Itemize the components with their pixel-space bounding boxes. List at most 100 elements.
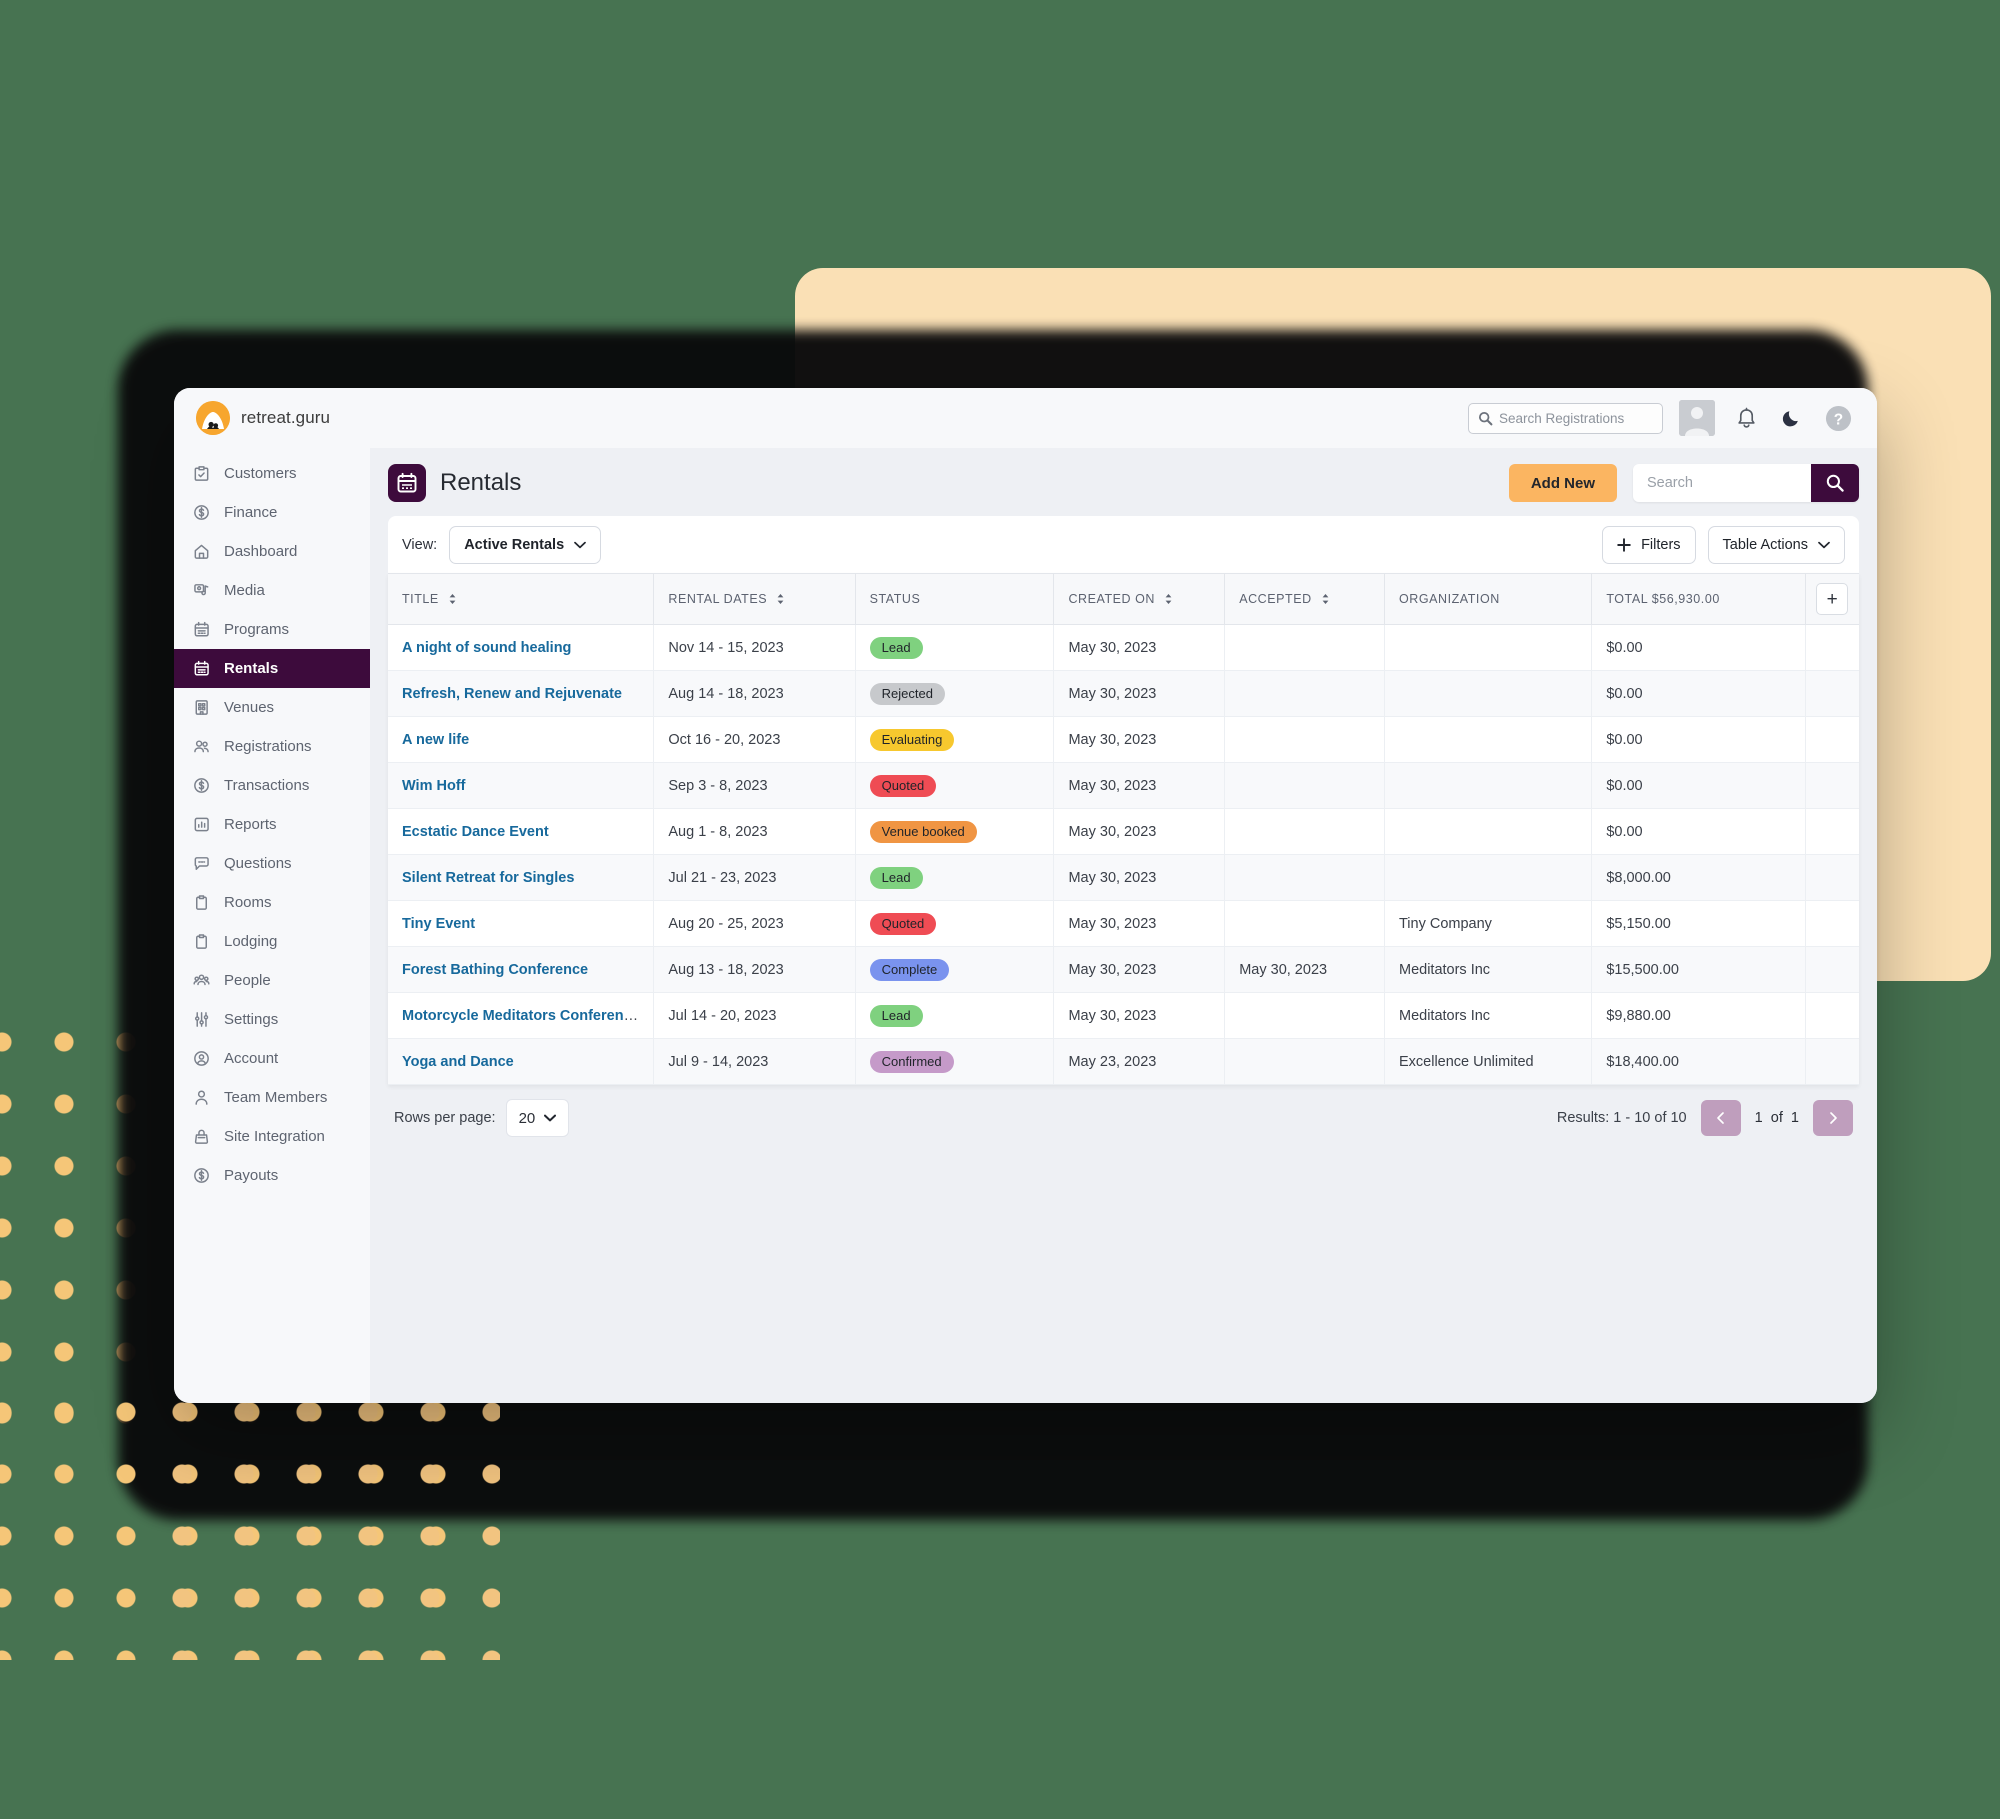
sidebar-item-payouts[interactable]: Payouts	[174, 1156, 370, 1195]
sidebar-item-registrations[interactable]: Registrations	[174, 727, 370, 766]
brand[interactable]: retreat.guru	[196, 401, 330, 435]
sidebar-item-rooms[interactable]: Rooms	[174, 883, 370, 922]
table-row: Forest Bathing Conference Aug 13 - 18, 20…	[388, 946, 1859, 993]
chevron-down-icon	[574, 541, 586, 548]
rental-title-link[interactable]: Yoga and Dance	[402, 1054, 514, 1070]
home-icon	[192, 542, 211, 561]
cell-spacer	[1805, 946, 1859, 993]
plus-icon	[1617, 537, 1631, 552]
cell-title: Forest Bathing Conference	[388, 946, 655, 993]
column-header-organization: ORGANIZATION	[1384, 573, 1593, 625]
cell-total: $0.00	[1591, 624, 1806, 671]
sidebar-item-label: Settings	[224, 1011, 279, 1028]
cell-organization: Tiny Company	[1384, 900, 1593, 947]
bell-icon[interactable]	[1731, 403, 1761, 433]
status-badge: Complete	[869, 958, 950, 981]
cell-title: A night of sound healing	[388, 624, 655, 671]
cell-title: Silent Retreat for Singles	[388, 854, 655, 901]
search-button[interactable]	[1811, 464, 1859, 502]
search-icon	[1478, 411, 1493, 425]
sidebar-item-rentals[interactable]: Rentals	[174, 649, 370, 688]
rental-title-link[interactable]: Motorcycle Meditators Conference	[402, 1008, 640, 1024]
column-header-label: CREATED ON	[1068, 592, 1155, 606]
sort-icon	[1165, 594, 1172, 604]
sidebar-item-dashboard[interactable]: Dashboard	[174, 532, 370, 571]
sidebar-item-programs[interactable]: Programs	[174, 610, 370, 649]
previous-page-button[interactable]	[1700, 1100, 1741, 1136]
calendar-icon	[192, 620, 211, 639]
building-icon	[192, 698, 211, 717]
column-header-rental-dates[interactable]: RENTAL DATES	[653, 573, 856, 625]
dot-pattern-decoration-lower-right	[170, 1400, 500, 1660]
cell-total: $15,500.00	[1591, 946, 1806, 993]
rental-title-link[interactable]: Silent Retreat for Singles	[402, 870, 574, 886]
rental-title-link[interactable]: A new life	[402, 732, 469, 748]
table-row: Silent Retreat for Singles Jul 21 - 23, 2…	[388, 854, 1859, 901]
cell-rental-dates: Jul 14 - 20, 2023	[653, 992, 856, 1039]
view-dropdown[interactable]: Active Rentals	[449, 525, 602, 564]
sidebar-item-transactions[interactable]: Transactions	[174, 766, 370, 805]
sliders-icon	[192, 1010, 211, 1029]
cell-total: $0.00	[1591, 670, 1806, 717]
table-actions-label: Table Actions	[1722, 536, 1808, 553]
sidebar-item-team-members[interactable]: Team Members	[174, 1078, 370, 1117]
sort-icon	[777, 594, 784, 604]
rental-title-link[interactable]: A night of sound healing	[402, 640, 571, 656]
sidebar-item-people[interactable]: People	[174, 961, 370, 1000]
sort-icon	[1322, 594, 1329, 604]
rental-title-link[interactable]: Ecstatic Dance Event	[402, 824, 549, 840]
rows-per-page-select[interactable]: 20	[505, 1099, 570, 1137]
column-header-label: STATUS	[869, 592, 921, 606]
rental-title-link[interactable]: Refresh, Renew and Rejuvenate	[402, 686, 622, 702]
cell-organization	[1384, 716, 1593, 763]
cell-accepted	[1224, 624, 1385, 671]
help-icon[interactable]: ?	[1823, 403, 1853, 433]
sidebar-item-media[interactable]: Media	[174, 571, 370, 610]
next-page-button[interactable]	[1813, 1100, 1853, 1136]
search-input[interactable]	[1633, 464, 1811, 502]
status-badge: Lead	[869, 866, 923, 889]
table-row: A night of sound healing Nov 14 - 15, 202…	[388, 624, 1859, 671]
sidebar-item-site-integration[interactable]: Site Integration	[174, 1117, 370, 1156]
cell-created-on: May 30, 2023	[1053, 992, 1226, 1039]
add-new-button[interactable]: Add New	[1508, 464, 1617, 502]
rental-title-link[interactable]: Tiny Event	[402, 916, 475, 932]
sidebar-item-label: Lodging	[224, 933, 278, 950]
sidebar-item-label: Account	[224, 1050, 279, 1067]
sidebar-item-finance[interactable]: Finance	[174, 493, 370, 532]
avatar[interactable]	[1679, 400, 1715, 436]
sidebar-item-label: People	[224, 972, 271, 989]
sidebar-item-lodging[interactable]: Lodging	[174, 922, 370, 961]
cell-organization: Meditators Inc	[1384, 946, 1593, 993]
column-header-accepted[interactable]: ACCEPTED	[1224, 573, 1385, 625]
cell-organization: Excellence Unlimited	[1384, 1038, 1593, 1085]
sidebar-item-customers[interactable]: Customers	[174, 454, 370, 493]
sidebar-item-settings[interactable]: Settings	[174, 1000, 370, 1039]
moon-icon[interactable]	[1777, 403, 1807, 433]
page-header-actions: Add New	[1508, 464, 1859, 502]
filters-button[interactable]: Filters	[1602, 525, 1696, 564]
sidebar-item-venues[interactable]: Venues	[174, 688, 370, 727]
sidebar-item-label: Transactions	[224, 777, 310, 794]
column-header-total-56-930-00: TOTAL $56,930.00	[1591, 573, 1806, 625]
cell-created-on: May 30, 2023	[1053, 900, 1226, 947]
plus-icon[interactable]: +	[1816, 583, 1849, 615]
cell-organization	[1384, 854, 1593, 901]
people-group-icon	[192, 971, 211, 990]
table-actions-button[interactable]: Table Actions	[1707, 525, 1845, 564]
results-count: Results: 1 - 10 of 10	[1556, 1110, 1687, 1126]
sidebar-item-reports[interactable]: Reports	[174, 805, 370, 844]
sidebar-item-account[interactable]: Account	[174, 1039, 370, 1078]
rental-title-link[interactable]: Forest Bathing Conference	[402, 962, 588, 978]
column-header-created-on[interactable]: CREATED ON	[1053, 573, 1226, 625]
column-header-title[interactable]: TITLE	[388, 573, 655, 625]
global-search-input[interactable]: Search Registrations	[1468, 402, 1663, 434]
sidebar-item-questions[interactable]: Questions	[174, 844, 370, 883]
cell-title: Ecstatic Dance Event	[388, 808, 655, 855]
add-column-header: +	[1805, 573, 1859, 625]
chevron-down-icon	[1818, 541, 1830, 548]
rental-title-link[interactable]: Wim Hoff	[402, 778, 466, 794]
cell-created-on: May 30, 2023	[1053, 716, 1226, 763]
cell-spacer	[1805, 762, 1859, 809]
page-of-label: of	[1770, 1110, 1783, 1126]
